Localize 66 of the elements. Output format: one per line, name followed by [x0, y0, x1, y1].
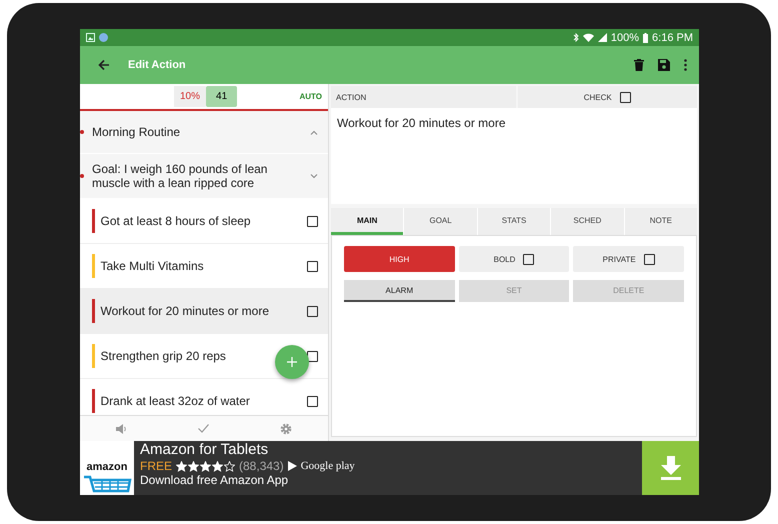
tab[interactable]: GOAL [404, 208, 477, 235]
task-label: Take Multi Vitamins [100, 259, 204, 273]
save-icon[interactable] [658, 59, 670, 71]
star-icon [188, 460, 200, 472]
group-row[interactable]: Goal: I weigh 160 pounds of lean muscle with a lean ripped core [80, 154, 328, 199]
check-label: CHECK [584, 92, 612, 102]
logo-text: amazon [86, 461, 128, 473]
option-toggle[interactable]: PRIVATE [573, 246, 684, 272]
bullet-icon [80, 174, 84, 178]
task-row[interactable]: Got at least 8 hours of sleep [80, 199, 328, 244]
settings-icon[interactable] [280, 422, 292, 434]
checkbox[interactable] [307, 306, 318, 316]
auto-toggle[interactable]: AUTO [299, 92, 322, 101]
battery-percent: 100% [610, 32, 640, 44]
group-row[interactable]: Morning Routine [80, 111, 328, 154]
bullet-icon [80, 130, 84, 134]
ad-description: Download free Amazon App [140, 473, 290, 487]
tab[interactable]: SCHED [551, 208, 624, 235]
toolbar-title: Edit Action [128, 59, 186, 71]
task-label: Got at least 8 hours of sleep [100, 214, 251, 228]
ad-banner[interactable]: amazon Amazon for Tablets FREE (88,343) Google play Download free Amazon App [80, 441, 699, 495]
trash-icon[interactable] [634, 59, 644, 71]
checkbox[interactable] [307, 396, 318, 406]
group-label: Morning Routine [92, 125, 182, 139]
star-icon [224, 460, 236, 472]
download-icon [660, 456, 682, 480]
chevron-icon[interactable] [310, 130, 318, 134]
bluetooth-icon [572, 33, 579, 42]
checkmark-icon[interactable] [198, 424, 209, 433]
task-label: Drank at least 32oz of water [100, 394, 250, 408]
checkbox[interactable] [307, 260, 318, 272]
store-name: Google play [300, 460, 355, 472]
speaker-icon[interactable] [116, 424, 127, 434]
price-label: FREE [140, 459, 172, 473]
percent-label: 10% [174, 86, 206, 107]
ad-title: Amazon for Tablets [140, 441, 270, 459]
group-label: Goal: I weigh 160 pounds of lean muscle with a lean ripped core [92, 162, 268, 190]
cart-icon [82, 475, 132, 495]
tab[interactable]: NOTE [624, 208, 698, 235]
signal-icon [598, 33, 607, 42]
play-icon [288, 461, 297, 471]
clock: 6:16 PM [652, 32, 693, 44]
review-count: (88,343) [239, 459, 284, 473]
star-icon [212, 460, 224, 472]
option-toggle[interactable]: BOLD [458, 246, 570, 272]
tab[interactable]: STATS [478, 208, 550, 235]
count-badge: 41 [206, 86, 238, 107]
wifi-icon [582, 33, 594, 42]
action-text-field[interactable]: Workout for 20 minutes or more [331, 108, 697, 204]
star-icon [200, 460, 212, 472]
task-row[interactable]: Workout for 20 minutes or more [80, 289, 328, 334]
alarm-button[interactable]: ALARM [344, 280, 455, 302]
priority-button[interactable]: HIGH [344, 246, 455, 272]
more-options-icon[interactable] [684, 59, 687, 71]
action-header: ACTION [331, 86, 516, 108]
task-label: Strengthen grip 20 reps [100, 349, 226, 363]
checkbox[interactable] [620, 92, 631, 102]
image-icon [86, 33, 95, 42]
star-icon [176, 460, 188, 472]
checkbox[interactable] [307, 216, 318, 226]
back-arrow-icon[interactable] [98, 59, 110, 71]
task-label: Workout for 20 minutes or more [100, 304, 270, 318]
plus-icon [287, 357, 297, 367]
battery-icon [643, 32, 648, 42]
chevron-icon[interactable] [310, 174, 318, 178]
tab[interactable]: MAIN [331, 208, 404, 235]
